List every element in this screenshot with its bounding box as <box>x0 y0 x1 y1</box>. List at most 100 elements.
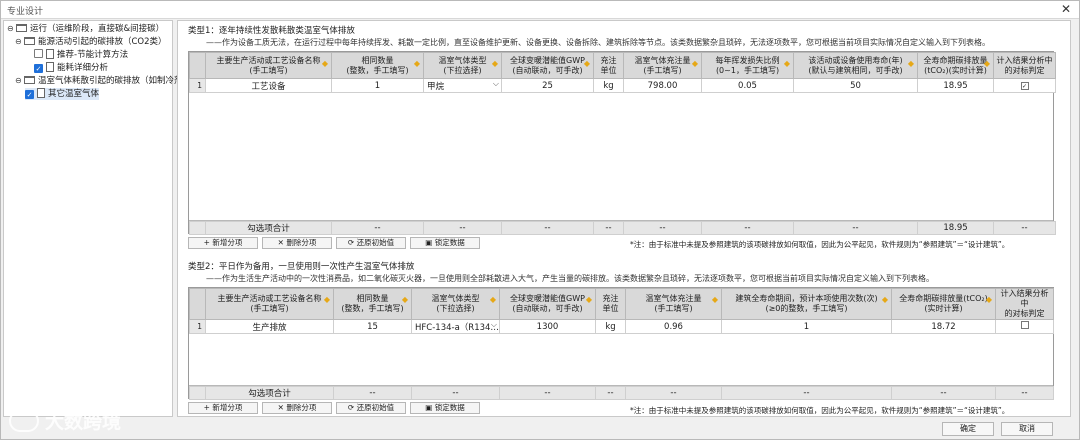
row-index-header <box>189 288 206 320</box>
file-icon <box>46 62 54 72</box>
tree-node-operation[interactable]: ⊖ 运行（运维阶段，直接碳&间接碳） <box>7 23 164 35</box>
unit-cell: kg <box>593 78 624 93</box>
col-header-unit: 充注 单位 <box>593 52 624 79</box>
gwp-cell[interactable]: 1300 <box>499 319 596 334</box>
col-header-gas: 温室气体类型 (下拉选择) ◆ <box>423 52 502 79</box>
ok-button[interactable]: 确定 <box>942 422 994 436</box>
tree-node-energy-detail[interactable]: ✓ 能耗详细分析 <box>34 62 108 74</box>
rate-cell[interactable]: 0.05 <box>701 78 794 93</box>
charge-cell[interactable]: 798.00 <box>623 78 702 93</box>
section2-description: ——作为生活生产活动中的一次性消费品，如二氧化碳灭火器，一旦使用则全部耗散进入大… <box>206 274 934 283</box>
row-index: 1 <box>189 78 206 93</box>
life-cell[interactable]: 50 <box>793 78 918 93</box>
node-checkbox[interactable]: ✓ <box>34 64 43 73</box>
delete-item-button[interactable]: ✕ 删除分项 <box>262 402 332 414</box>
main-panel: 类型1：逐年持续性发散耗散类温室气体排放 ——作为设备工质无法，在运行过程中每年… <box>177 20 1071 417</box>
row-index-header <box>189 52 206 79</box>
col-header-qty: 相同数量 (整数，手工填写) ◆ <box>331 52 424 79</box>
times-cell[interactable]: 1 <box>721 319 892 334</box>
qty-cell[interactable]: 1 <box>331 78 424 93</box>
file-icon <box>46 49 54 59</box>
lock-data-button[interactable]: ▣ 锁定数据 <box>410 402 480 414</box>
folder-icon <box>16 24 27 32</box>
qty-cell[interactable]: 15 <box>333 319 412 334</box>
section2-table: 主要生产活动或工艺设备名称 (手工填写) ◆ 相同数量 (整数，手工填写) ◆ 温室… <box>188 287 1054 400</box>
table-row[interactable]: 1 工艺设备 1 甲烷 ⌵ 25 kg 798.00 0.05 50 18.95 … <box>189 78 1056 93</box>
folder-icon <box>24 37 35 45</box>
lock-icon: ◆ <box>401 295 408 304</box>
category-tree: ⊖ 运行（运维阶段，直接碳&间接碳） ⊖ 能源活动引起的碳排放（CO2类） 推荐-节… <box>3 20 191 417</box>
table-row[interactable]: 1 生产排放 15 HFC-134-a（R134… ⌵ 1300 kg 0.96 … <box>189 319 1054 334</box>
add-item-button[interactable]: + 新增分项 <box>188 402 258 414</box>
tree-node-label: 温室气体耗散引起的碳排放（如制冷剂） <box>38 76 192 86</box>
tree-node-recommended-method[interactable]: 推荐-节能计算方法 <box>34 49 128 61</box>
lock-data-button[interactable]: ▣ 锁定数据 <box>410 237 480 249</box>
col-header-gwp: 全球变暖潜能值GWP (自动联动，可手改) ◆ <box>499 288 596 320</box>
node-checkbox[interactable] <box>34 49 43 58</box>
emission-cell: 18.72 <box>891 319 996 334</box>
add-item-button[interactable]: + 新增分项 <box>188 237 258 249</box>
col-header-times: 建筑全寿命期间，预计本项使用次数(次) (≥0的整数，手工填写) ◆ <box>721 288 892 320</box>
tree-node-other-ghg[interactable]: ✓ 其它温室气体 <box>25 88 100 100</box>
lock-icon: ◆ <box>783 59 790 68</box>
dialog-window: 专业设计 ✕ ⊖ 运行（运维阶段，直接碳&间接碳） ⊖ 能源活动引起的碳排放（CO2… <box>0 0 1080 440</box>
row-index: 1 <box>189 319 206 334</box>
file-icon <box>37 88 45 98</box>
lock-icon: ◆ <box>413 59 420 68</box>
col-header-rate: 每年挥发损失比例 (0~1，手工填写) ◆ <box>701 52 794 79</box>
sum-row: 勾选项合计 -- -- -- -- -- -- -- -- <box>189 385 1054 400</box>
gas-select[interactable]: HFC-134-a（R134… ⌵ <box>411 319 500 334</box>
name-cell[interactable]: 生产排放 <box>205 319 334 334</box>
col-header-gwp: 全球变暖潜能值GWP (自动联动，可手改) ◆ <box>501 52 594 79</box>
lock-icon: ◆ <box>881 295 888 304</box>
reset-button[interactable]: ⟳ 还原初始值 <box>336 402 406 414</box>
chevron-down-icon[interactable]: ⌵ <box>493 79 499 89</box>
lock-icon: ◆ <box>985 295 992 304</box>
reset-button[interactable]: ⟳ 还原初始值 <box>336 237 406 249</box>
col-header-name: 主要生产活动或工艺设备名称 (手工填写) ◆ <box>205 52 332 79</box>
close-icon[interactable]: ✕ <box>1061 2 1071 16</box>
folder-icon <box>24 76 35 84</box>
gas-select-value: 甲烷 <box>427 81 445 92</box>
gwp-cell[interactable]: 25 <box>501 78 594 93</box>
lock-icon: ◆ <box>321 59 328 68</box>
collapse-icon[interactable]: ⊖ <box>15 36 24 48</box>
section1-title: 类型1：逐年持续性发散耗散类温室气体排放 <box>188 26 355 36</box>
tree-node-energy[interactable]: ⊖ 能源活动引起的碳排放（CO2类） <box>15 36 167 48</box>
included-cell[interactable] <box>995 319 1054 334</box>
included-checkbox[interactable] <box>1020 321 1029 329</box>
window-title: 专业设计 <box>7 7 44 17</box>
col-header-emission: 全寿命期碳排放量(tCO₂) (实时计算) ◆ <box>891 288 996 320</box>
tree-node-label: 运行（运维阶段，直接碳&间接碳） <box>30 24 165 34</box>
collapse-icon[interactable]: ⊖ <box>15 75 24 87</box>
tree-node-label: 其它温室气体 <box>48 89 100 99</box>
col-header-life: 该活动或设备使用寿命(年) (默认与建筑相同，可手改) ◆ <box>793 52 918 79</box>
chevron-down-icon[interactable]: ⌵ <box>491 320 497 330</box>
col-header-qty: 相同数量 (整数，手工填写) ◆ <box>333 288 412 320</box>
lock-icon: ◆ <box>983 59 990 68</box>
tree-node-label: 能耗详细分析 <box>57 63 109 73</box>
lock-icon: ◆ <box>489 295 496 304</box>
name-cell[interactable]: 工艺设备 <box>205 78 332 93</box>
collapse-icon[interactable]: ⊖ <box>7 23 16 35</box>
charge-cell[interactable]: 0.96 <box>625 319 722 334</box>
lock-icon: ◆ <box>323 295 330 304</box>
included-checkbox[interactable]: ✓ <box>1020 81 1029 90</box>
included-cell[interactable]: ✓ <box>993 78 1056 93</box>
delete-item-button[interactable]: ✕ 删除分项 <box>262 237 332 249</box>
brand-logo-icon <box>9 410 39 432</box>
sum-emission: 18.95 <box>917 221 994 235</box>
section1-toolbar: + 新增分项 ✕ 删除分项 ⟳ 还原初始值 ▣ 锁定数据 <box>188 237 488 249</box>
col-header-name: 主要生产活动或工艺设备名称 (手工填写) ◆ <box>205 288 334 320</box>
sum-label: 勾选项合计 <box>205 386 334 400</box>
cancel-button[interactable]: 取消 <box>1001 422 1053 436</box>
tree-node-ghg-dissipation[interactable]: ⊖ 温室气体耗散引起的碳排放（如制冷剂） <box>15 75 191 87</box>
node-checkbox[interactable]: ✓ <box>25 90 34 99</box>
section2-title: 类型2：平日作为备用，一旦使用则一次性产生温室气体排放 <box>188 262 415 272</box>
lock-icon: ◆ <box>691 59 698 68</box>
gas-select[interactable]: 甲烷 ⌵ <box>423 78 502 93</box>
section2-note: *注：由于标准中未提及参照建筑的该项碳排放如何取值，因此为公平起见，软件规则为“… <box>630 406 1010 415</box>
emission-cell: 18.95 <box>917 78 994 93</box>
tree-node-label: 推荐-节能计算方法 <box>57 50 129 60</box>
lock-icon: ◆ <box>491 59 498 68</box>
